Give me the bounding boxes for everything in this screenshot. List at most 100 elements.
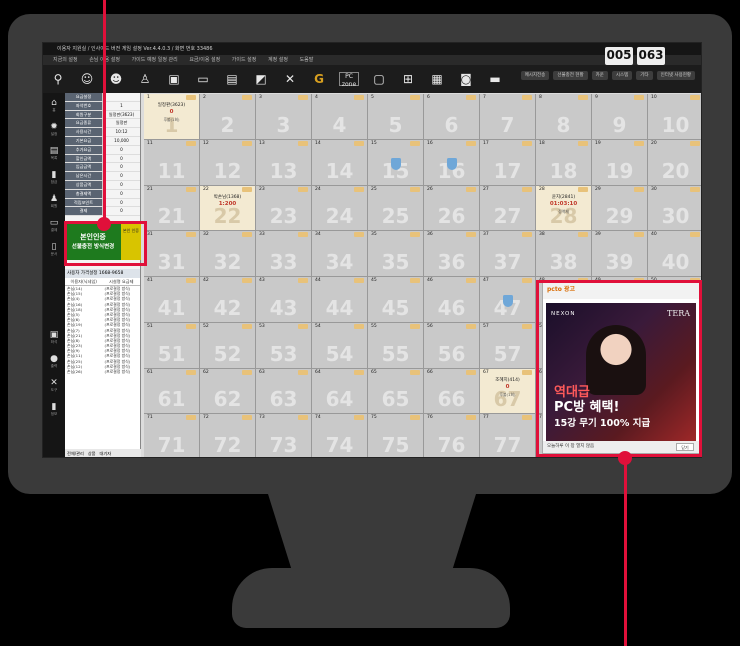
lock-icon[interactable]: ▮ 잠금 — [43, 165, 65, 189]
seat-tile[interactable]: 1 1 일정판(3623) 0 후불(1회) — [144, 94, 199, 139]
seat-tile[interactable]: 57 57 — [480, 322, 535, 368]
seat-tile[interactable]: 76 76 — [424, 414, 479, 457]
seat-tile[interactable]: 40 40 — [648, 231, 701, 276]
seat-tile[interactable]: 74 74 — [312, 414, 367, 457]
seat-tile[interactable]: 24 24 — [312, 185, 367, 231]
seat-tile[interactable]: 20 20 — [648, 139, 701, 185]
seat-tile[interactable]: 36 36 — [424, 231, 479, 276]
seat-tile[interactable]: 52 52 — [200, 322, 255, 368]
seat-tile[interactable]: 37 37 — [480, 231, 535, 276]
seat-tile[interactable]: 43 43 — [256, 277, 311, 322]
seat-tile[interactable]: 21 21 — [144, 185, 199, 231]
keyboard-icon[interactable]: ▬ — [486, 70, 504, 88]
seat-tile[interactable]: 27 27 — [480, 185, 535, 231]
tools-icon[interactable]: ✕ — [281, 70, 299, 88]
tab-waiting[interactable]: 대기자 — [100, 449, 112, 457]
seat-tile[interactable]: 14 14 — [312, 139, 367, 185]
menu-item[interactable]: 가이드 예정 일정 관리 — [132, 57, 178, 63]
toolbar-button[interactable]: 시스템 — [611, 71, 633, 80]
seat-tile[interactable]: 22 — [200, 94, 255, 139]
seat-tile[interactable]: 64 64 — [312, 368, 367, 414]
seat-tile[interactable]: 30 30 — [648, 185, 701, 231]
seat-tile[interactable]: 41 41 — [144, 277, 199, 322]
seat-tile[interactable]: 26 26 — [424, 185, 479, 231]
seat-tile[interactable]: 19 19 — [592, 139, 647, 185]
toolbar-button[interactable]: 선불충전 현황 — [553, 71, 588, 80]
seat-tile[interactable]: 47 47 — [480, 277, 535, 322]
seat-tile[interactable]: 38 38 — [536, 231, 591, 276]
seat-tile[interactable]: 28 28 윤지(2841) 01:03:10 정액제 — [536, 185, 591, 231]
seat-tile[interactable]: 54 54 — [312, 322, 367, 368]
seat-tile[interactable]: 10 10 — [648, 94, 701, 139]
seat-tile[interactable]: 22 22 박손님(1368) 1:200 — [200, 185, 255, 231]
toolbar-button[interactable]: 인터넷 사용현황 — [656, 71, 695, 80]
column-header[interactable]: 이용자(닉네임) — [65, 278, 103, 285]
user-search-icon[interactable]: ⚲ — [49, 70, 67, 88]
report-icon[interactable]: ▦ — [428, 70, 446, 88]
seat-tile[interactable]: 55 55 — [368, 322, 423, 368]
list-item[interactable]: 손님(26) (프로결정 방식) — [65, 369, 140, 374]
seat-tile[interactable]: 11 11 — [144, 139, 199, 185]
tool-icon[interactable]: ✕ 도구 — [43, 373, 65, 397]
seat-tile[interactable]: 75 75 — [368, 414, 423, 457]
menu-item[interactable]: 계정 설정 — [268, 57, 288, 63]
seat-tile[interactable]: 65 65 — [368, 368, 423, 414]
seat-tile[interactable]: 45 45 — [368, 277, 423, 322]
print-icon[interactable]: ● 출력 — [43, 349, 65, 373]
card-icon[interactable]: ▭ 결제 — [43, 213, 65, 237]
seat-tile[interactable]: 51 51 — [144, 322, 199, 368]
home-icon[interactable]: ⌂ 홈 — [43, 93, 65, 117]
seat-tile[interactable]: 34 34 — [312, 231, 367, 276]
seat-tile[interactable]: 99 — [592, 94, 647, 139]
gear-icon[interactable]: ✹ 설정 — [43, 117, 65, 141]
pc-zone-icon[interactable]: PC zone — [339, 72, 359, 88]
chart-icon[interactable]: ▤ — [223, 70, 241, 88]
seat-tile[interactable]: 35 35 — [368, 231, 423, 276]
seat-tile[interactable]: 23 23 — [256, 185, 311, 231]
seat-tile[interactable]: 29 29 — [592, 185, 647, 231]
seat-tile[interactable]: 72 72 — [200, 414, 255, 457]
seat-tile[interactable]: 33 33 — [256, 231, 311, 276]
seat-tile[interactable]: 32 32 — [200, 231, 255, 276]
seat-tile[interactable]: 67 67 조혜지(414) 0 후불(1회) — [480, 368, 535, 414]
menu-item[interactable]: 도움말 — [300, 57, 314, 63]
seat-tile[interactable]: 13 13 — [256, 139, 311, 185]
seat-tile[interactable]: 15 15 — [368, 139, 423, 185]
seat-tile[interactable]: 63 63 — [256, 368, 311, 414]
seat-tile[interactable]: 44 — [312, 94, 367, 139]
seat-tile[interactable]: 33 — [256, 94, 311, 139]
seat-tile[interactable]: 25 25 — [368, 185, 423, 231]
toolbar-button[interactable]: 기타 — [636, 71, 653, 80]
seat-tile[interactable]: 56 56 — [424, 322, 479, 368]
seat-tile[interactable]: 88 — [536, 94, 591, 139]
seat-tile[interactable]: 53 53 — [256, 322, 311, 368]
seat-tile[interactable]: 39 39 — [592, 231, 647, 276]
cash-icon[interactable]: ▣ — [165, 70, 183, 88]
tab-products[interactable]: 상품 — [88, 449, 96, 457]
doc-icon[interactable]: ▯ 문서 — [43, 237, 65, 261]
seat-tile[interactable]: 77 — [480, 94, 535, 139]
chat-icon[interactable]: ◙ — [457, 70, 475, 88]
user-icon[interactable]: ♟ 회원 — [43, 189, 65, 213]
pc-icon[interactable]: ▣ 좌석 — [43, 325, 65, 349]
customer-icon[interactable]: ☻ — [107, 70, 125, 88]
seat-tile[interactable]: 55 — [368, 94, 423, 139]
seat-tile[interactable]: 66 — [424, 94, 479, 139]
seat-tile[interactable]: 71 71 — [144, 414, 199, 457]
sale-icon[interactable]: ◩ — [252, 70, 270, 88]
seat-tile[interactable]: 12 12 — [200, 139, 255, 185]
users-icon[interactable]: ☺ — [78, 70, 96, 88]
seat-tile[interactable]: 31 31 — [144, 231, 199, 276]
toolbar-button[interactable]: 카운 — [591, 71, 608, 80]
seat-tile[interactable]: 77 77 — [480, 414, 535, 457]
column-header[interactable]: 시설명 요금제 — [103, 278, 141, 285]
toolbar-button[interactable]: 메시지전송 — [520, 71, 550, 80]
info-icon[interactable]: ▮ 정보 — [43, 397, 65, 421]
seat-tile[interactable]: 62 62 — [200, 368, 255, 414]
screen-icon[interactable]: ▢ — [370, 70, 388, 88]
g-logo-icon[interactable]: G — [310, 70, 328, 88]
menu-item[interactable]: 가이드 설정 — [232, 57, 257, 63]
seat-tile[interactable]: 18 18 — [536, 139, 591, 185]
menu-item[interactable]: 요금/이용 설정 — [189, 57, 220, 63]
member-icon[interactable]: ♙ — [136, 70, 154, 88]
